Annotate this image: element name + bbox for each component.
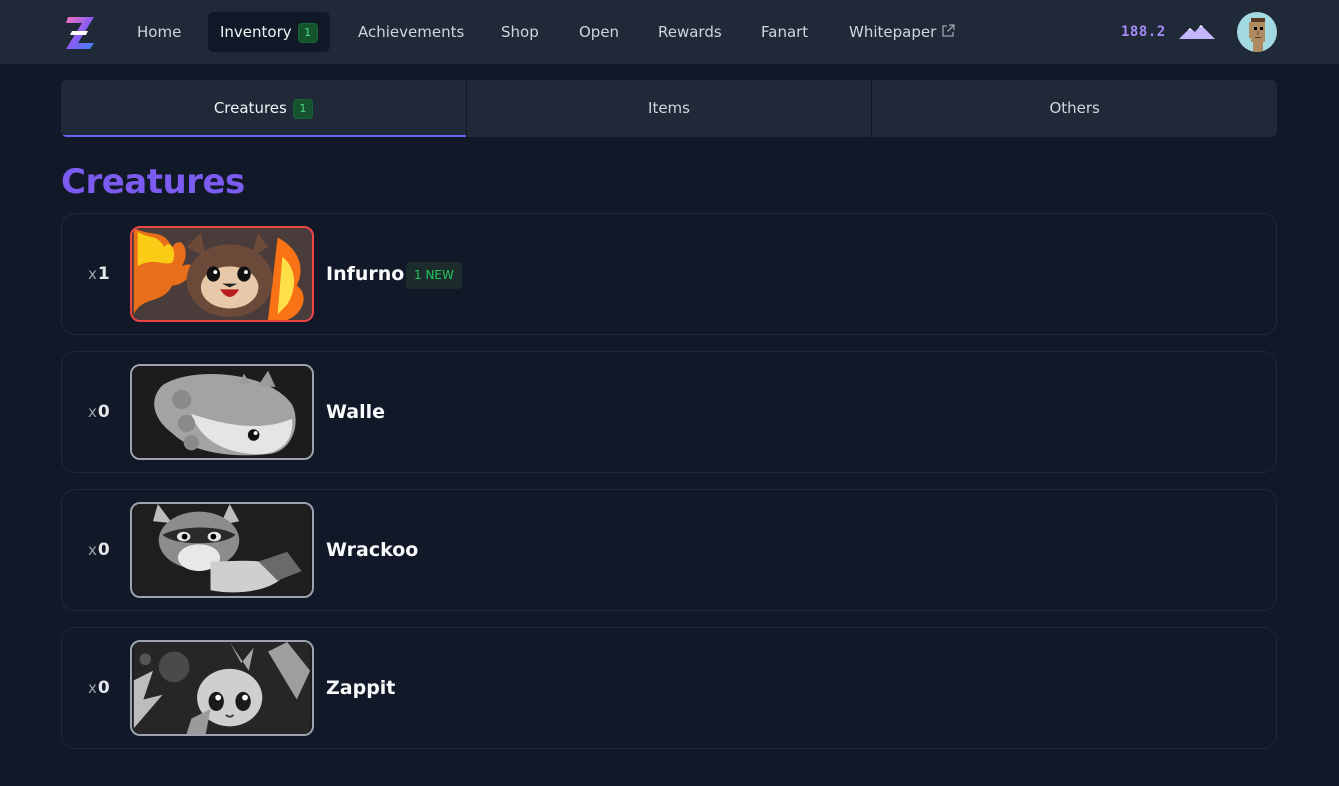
tab-items[interactable]: Items: [467, 80, 873, 137]
creature-image-infurno: [130, 226, 314, 322]
creature-image-walle: [130, 364, 314, 460]
nav-inventory-label: Inventory: [220, 23, 292, 41]
creature-name: Infurno: [326, 263, 405, 285]
pixel-avatar-icon: [1249, 18, 1265, 52]
nav-whitepaper[interactable]: Whitepaper: [849, 12, 955, 52]
creature-quantity: x1: [88, 264, 110, 284]
nav-home[interactable]: Home: [137, 12, 181, 52]
nav-achievements[interactable]: Achievements: [358, 12, 464, 52]
creature-card-zappit[interactable]: x0 Zappit: [61, 627, 1277, 749]
creature-quantity: x0: [88, 402, 110, 422]
nav-shop[interactable]: Shop: [501, 12, 539, 52]
creature-image-wrackoo: [130, 502, 314, 598]
section-title: Creatures: [61, 162, 245, 202]
new-badge: 1 NEW: [406, 262, 462, 289]
nav-rewards[interactable]: Rewards: [658, 12, 722, 52]
creature-image-zappit: [130, 640, 314, 736]
tab-others[interactable]: Others: [872, 80, 1277, 137]
creatures-count-badge: 1: [292, 99, 313, 119]
creature-card-walle[interactable]: x0 Walle: [61, 351, 1277, 473]
nav-whitepaper-label: Whitepaper: [849, 23, 937, 41]
creature-quantity: x0: [88, 540, 110, 560]
mountain-icon: [1179, 25, 1215, 39]
top-navbar: Home Inventory 1 Achievements Shop Open R…: [0, 0, 1339, 64]
creature-name: Zappit: [326, 677, 396, 699]
inventory-tabs: Creatures 1 Items Others: [61, 80, 1277, 137]
tab-creatures[interactable]: Creatures 1: [61, 80, 467, 137]
creature-quantity: x0: [88, 678, 110, 698]
creature-name: Wrackoo: [326, 539, 419, 561]
creature-name: Walle: [326, 401, 386, 423]
balance-value: 188.2: [1121, 24, 1166, 40]
inventory-count-badge: 1: [297, 23, 318, 43]
creature-card-infurno[interactable]: x1 Infurno 1 NEW: [61, 213, 1277, 335]
nav-inventory[interactable]: Inventory 1: [208, 12, 330, 52]
nav-fanart[interactable]: Fanart: [761, 12, 808, 52]
user-avatar[interactable]: [1237, 12, 1277, 52]
logo-icon[interactable]: [64, 13, 98, 51]
creature-card-wrackoo[interactable]: x0 Wrackoo: [61, 489, 1277, 611]
nav-open[interactable]: Open: [579, 12, 619, 52]
tab-creatures-label: Creatures: [213, 99, 287, 117]
external-link-icon: [942, 24, 955, 37]
